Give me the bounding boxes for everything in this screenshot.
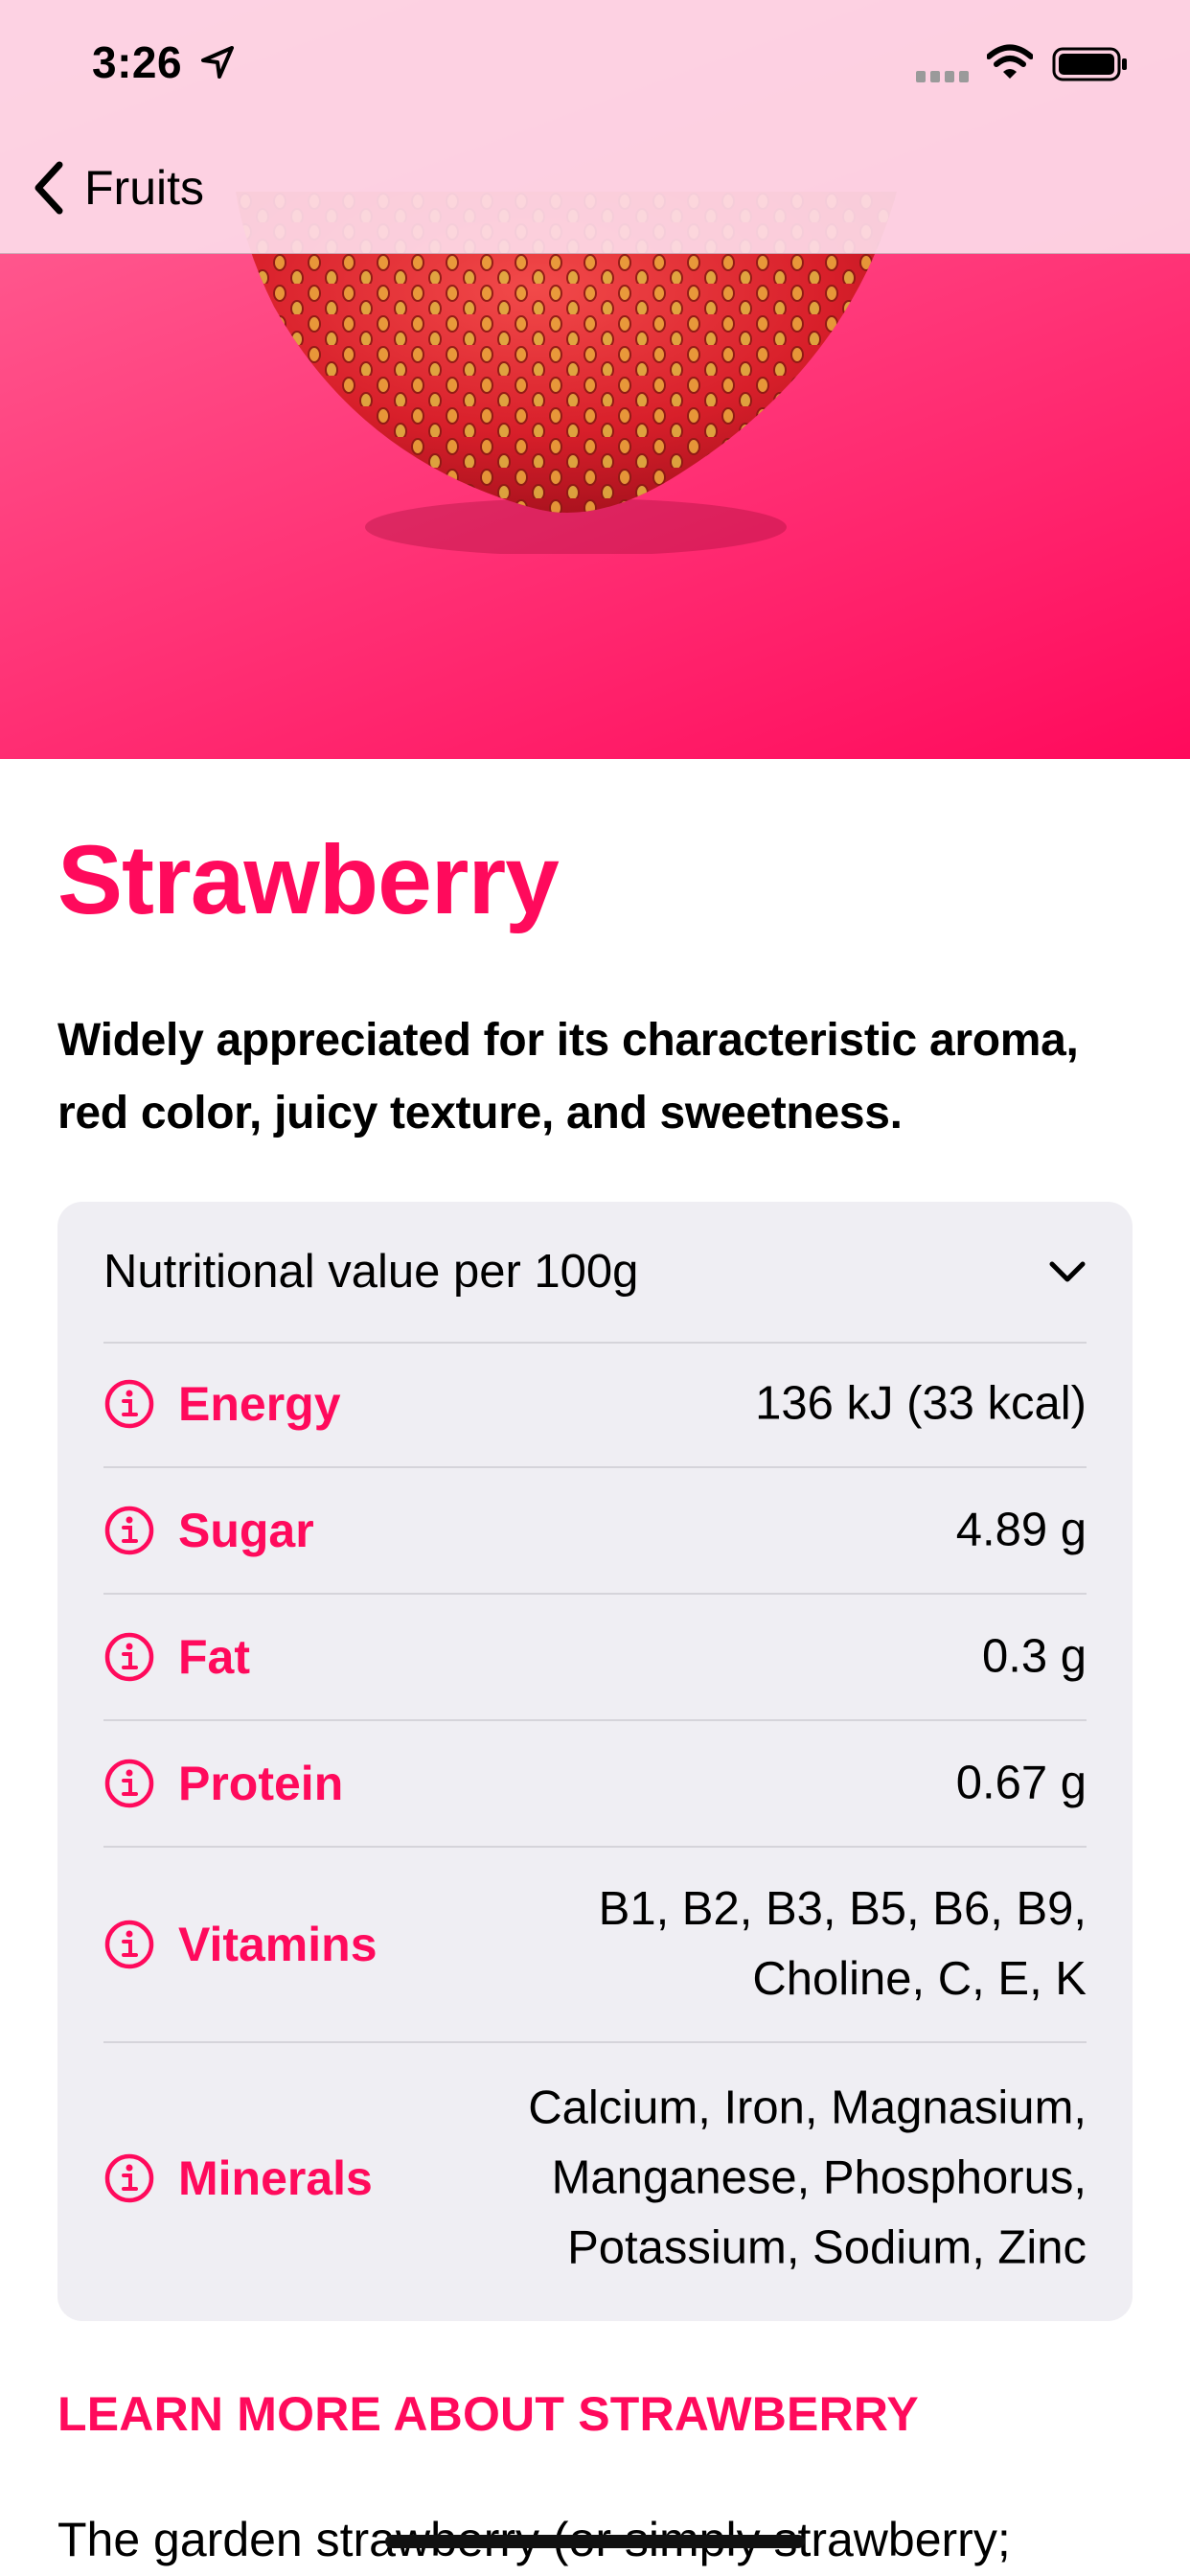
status-time: 3:26 xyxy=(92,37,183,87)
chevron-left-icon xyxy=(34,161,63,215)
nutrition-label: Sugar xyxy=(178,1504,314,1557)
battery-icon xyxy=(1052,47,1127,81)
nutrition-row-left: Fat xyxy=(103,1629,250,1685)
nutrition-label: Fat xyxy=(178,1630,250,1684)
nutrition-label: Vitamins xyxy=(178,1918,378,1971)
nutrition-row-energy: Energy 136 kJ (33 kcal) xyxy=(103,1342,1087,1468)
wifi-icon xyxy=(987,44,1033,79)
signal-icon xyxy=(916,71,969,82)
nutrition-row-left: Vitamins xyxy=(103,1917,378,1972)
back-button[interactable]: Fruits xyxy=(29,153,204,222)
nutrition-label: Energy xyxy=(178,1377,341,1431)
nutrition-row-fat: Fat 0.3 g xyxy=(103,1595,1087,1721)
nutrition-disclosure-header[interactable]: Nutritional value per 100g xyxy=(103,1202,1087,1344)
fruit-headline: Widely appreciated for its characteristi… xyxy=(57,1015,1079,1138)
nutrition-row-left: Energy xyxy=(103,1376,341,1432)
location-arrow-icon xyxy=(201,46,234,79)
nutrition-label: Minerals xyxy=(178,2151,373,2205)
nutrition-header-label: Nutritional value per 100g xyxy=(103,1246,639,1298)
nutrition-row-sugar: Sugar 4.89 g xyxy=(103,1468,1087,1595)
nutrition-value: Calcium, Iron, Magnasium, Manganese, Pho… xyxy=(528,2082,1087,2274)
nutrition-row-left: Minerals xyxy=(103,2150,373,2206)
info-circle-icon[interactable] xyxy=(103,1758,155,1809)
info-circle-icon[interactable] xyxy=(103,2152,155,2204)
info-circle-icon[interactable] xyxy=(103,1378,155,1430)
nutrition-value: 0.3 g xyxy=(982,1630,1087,1683)
nutrition-card: Nutritional value per 100g Energy 136 kJ… xyxy=(57,1202,1133,2321)
nutrition-value: 4.89 g xyxy=(955,1504,1087,1556)
nutrition-value: 0.67 g xyxy=(955,1757,1087,1809)
nutrition-label: Protein xyxy=(178,1757,344,1810)
nutrition-row-minerals: Minerals Calcium, Iron, Magnasium, Manga… xyxy=(103,2043,1087,2313)
info-circle-icon[interactable] xyxy=(103,1919,155,1970)
chevron-down-icon xyxy=(1049,1261,1086,1282)
info-circle-icon[interactable] xyxy=(103,1631,155,1683)
nutrition-row-left: Sugar xyxy=(103,1503,314,1558)
learn-more-heading: LEARN MORE ABOUT STRAWBERRY xyxy=(57,2387,919,2441)
back-button-label: Fruits xyxy=(84,161,204,215)
nutrition-row-protein: Protein 0.67 g xyxy=(103,1721,1087,1848)
page-title: Strawberry xyxy=(57,825,560,934)
home-indicator[interactable] xyxy=(385,2535,805,2548)
nutrition-row-left: Protein xyxy=(103,1756,343,1811)
nutrition-value: 136 kJ (33 kcal) xyxy=(755,1377,1087,1430)
navigation-bar: 3:26 Fruits xyxy=(0,0,1190,254)
nutrition-value: B1, B2, B3, B5, B6, B9, Choline, C, E, K xyxy=(598,1883,1087,2005)
info-circle-icon[interactable] xyxy=(103,1505,155,1556)
nutrition-row-vitamins: Vitamins B1, B2, B3, B5, B6, B9, Choline… xyxy=(103,1848,1087,2043)
